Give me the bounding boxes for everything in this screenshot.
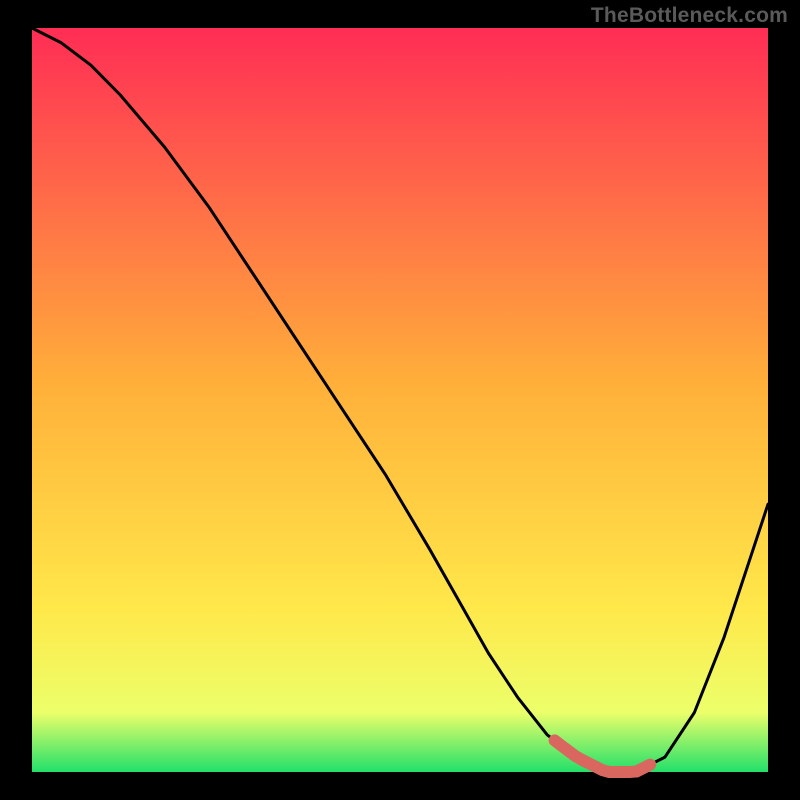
watermark-text: TheBottleneck.com bbox=[591, 4, 788, 28]
plot-area bbox=[32, 28, 768, 772]
chart-frame: TheBottleneck.com bbox=[0, 0, 800, 800]
bottleneck-chart bbox=[0, 0, 800, 800]
